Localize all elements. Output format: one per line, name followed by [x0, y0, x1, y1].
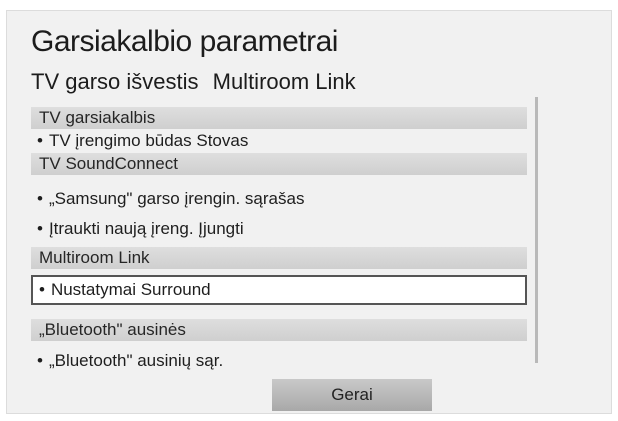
bullet-icon: •	[39, 280, 45, 299]
section-header-multiroom-link: Multiroom Link	[31, 247, 527, 269]
bullet-icon: •	[37, 131, 43, 150]
bullet-icon: •	[37, 219, 43, 238]
section-header-tv-speaker: TV garsiakalbis	[31, 107, 527, 129]
section-header-bluetooth-headphones: „Bluetooth" ausinės	[31, 319, 527, 341]
tab-multiroom-link[interactable]: Multiroom Link	[213, 69, 356, 94]
list-item-label: „Samsung" garso įrengin. sąrašas	[48, 189, 305, 208]
bullet-icon: •	[37, 351, 43, 370]
list-item-surround-settings[interactable]: • Nustatymai Surround	[31, 275, 527, 305]
list-item-samsung-device-list[interactable]: • „Samsung" garso įrengin. sąrašas	[31, 187, 527, 211]
bullet-icon: •	[37, 189, 43, 208]
list-item-label: Nustatymai Surround	[50, 280, 211, 299]
tab-tv-sound-output[interactable]: TV garso išvestis	[31, 69, 199, 94]
list-item-label: TV įrengimo būdas Stovas	[48, 131, 249, 150]
list-item-add-new-device[interactable]: • Įtraukti naują įreng. Įjungti	[31, 217, 527, 241]
list-item-bluetooth-headphone-list[interactable]: • „Bluetooth" ausinių sąr.	[31, 349, 527, 373]
list-item-label: Įtraukti naują įreng. Įjungti	[48, 219, 244, 238]
list-scrollbar[interactable]	[535, 97, 538, 363]
list-item-label: „Bluetooth" ausinių sąr.	[48, 351, 224, 370]
speaker-settings-dialog: Garsiakalbio parametrai TV garso išvesti…	[6, 10, 612, 414]
dialog-tabs: TV garso išvestis Multiroom Link	[31, 69, 364, 95]
ok-button[interactable]: Gerai	[272, 379, 432, 411]
section-header-soundconnect: TV SoundConnect	[31, 153, 527, 175]
list-item-tv-installation-type[interactable]: • TV įrengimo būdas Stovas	[31, 129, 527, 153]
dialog-title: Garsiakalbio parametrai	[31, 25, 338, 58]
